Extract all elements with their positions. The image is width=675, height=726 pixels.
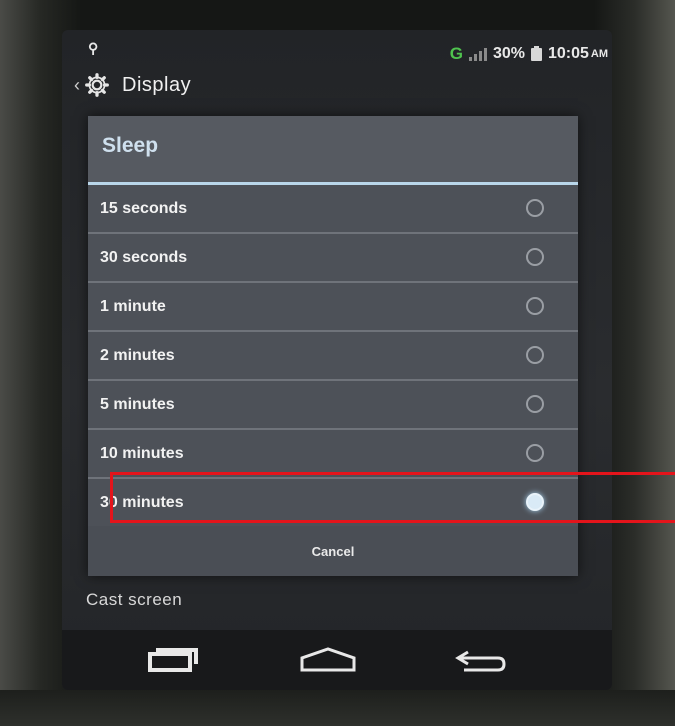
sleep-option-1-minute[interactable]: 1 minute <box>88 283 578 332</box>
home-icon[interactable] <box>298 646 358 674</box>
recent-apps-icon[interactable] <box>146 646 202 674</box>
radio-unchecked-icon[interactable] <box>526 297 544 315</box>
radio-unchecked-icon[interactable] <box>526 248 544 266</box>
radio-unchecked-icon[interactable] <box>526 199 544 217</box>
highlight-annotation <box>110 472 658 523</box>
sleep-option-15-seconds[interactable]: 15 seconds <box>88 185 578 234</box>
radio-unchecked-icon[interactable] <box>526 395 544 413</box>
page-title: Display <box>122 73 192 96</box>
back-arrow-icon[interactable] <box>452 646 512 674</box>
clock-ampm: AM <box>590 48 608 60</box>
cancel-button[interactable]: Cancel <box>88 526 578 576</box>
sleep-option-2-minutes[interactable]: 2 minutes <box>88 332 578 381</box>
battery-icon <box>530 45 542 61</box>
option-label: 10 minutes <box>100 444 184 462</box>
navigation-bar <box>62 630 612 690</box>
settings-item-cast-screen[interactable]: Cast screen <box>86 590 182 610</box>
dialog-title: Sleep <box>102 134 159 157</box>
radio-unchecked-icon[interactable] <box>526 346 544 364</box>
status-bar: ⚲ G 30% 10:05 AM <box>62 40 612 66</box>
action-bar[interactable]: ‹ Display <box>62 70 612 100</box>
highlight-annotation-edge <box>655 472 675 475</box>
phone-screen: ⚲ G 30% 10:05 AM ‹ Display Sleep 15 seco… <box>62 30 612 690</box>
dialog-header: Sleep <box>88 116 578 182</box>
usb-icon: ⚲ <box>88 40 99 56</box>
option-label: 15 seconds <box>100 199 188 217</box>
option-label: 5 minutes <box>100 395 175 413</box>
battery-percent: 30% <box>492 45 525 62</box>
option-label: 2 minutes <box>100 346 175 364</box>
option-label: 30 seconds <box>100 248 188 266</box>
highlight-annotation-edge <box>655 520 675 523</box>
status-indicators: G 30% 10:05 AM <box>450 44 608 64</box>
phone-bezel-bottom <box>0 690 675 726</box>
option-label: 1 minute <box>100 297 166 315</box>
signal-icon <box>468 47 487 61</box>
sleep-option-30-seconds[interactable]: 30 seconds <box>88 234 578 283</box>
network-type: G <box>449 44 463 63</box>
sleep-option-5-minutes[interactable]: 5 minutes <box>88 381 578 430</box>
radio-unchecked-icon[interactable] <box>526 444 544 462</box>
chevron-left-icon[interactable]: ‹ <box>74 75 80 96</box>
gear-icon <box>85 73 109 97</box>
clock-time: 10:05 <box>547 45 589 62</box>
